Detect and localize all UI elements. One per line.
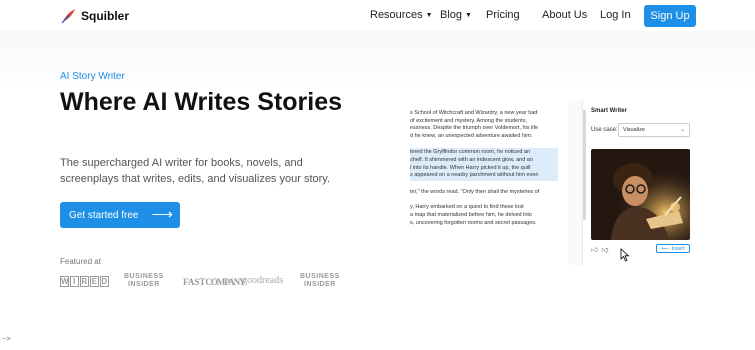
doc-paragraph-4: y, Harry embarked on a quest to find the… bbox=[410, 204, 558, 227]
doc-line: s appeared on a nearby parchment without… bbox=[410, 172, 539, 179]
nav-login[interactable]: Log In bbox=[600, 9, 631, 21]
nav-about[interactable]: About Us bbox=[542, 9, 587, 21]
doc-line: ter," the words read. "Only then shall t… bbox=[410, 188, 540, 195]
mouse-pointer-icon bbox=[620, 248, 630, 262]
quill-icon bbox=[61, 9, 75, 24]
doc-line: tered the Gryffindor common room, he not… bbox=[410, 149, 531, 156]
goodreads-logo: goodreads bbox=[242, 275, 284, 286]
business-insider-logo-2: BUSINESS INSIDER bbox=[300, 273, 340, 288]
wizard-writing-image bbox=[591, 149, 690, 240]
nav-blog[interactable]: Blog ▼ bbox=[440, 9, 472, 21]
usecase-label: Use case: bbox=[591, 127, 618, 133]
signup-button[interactable]: Sign Up bbox=[644, 5, 696, 27]
arrow-left-icon: ⟵ bbox=[661, 245, 669, 252]
doc-paragraph-3: ter," the words read. "Only then shall t… bbox=[410, 189, 558, 197]
featured-label: Featured at bbox=[60, 257, 101, 266]
nav-blog-label: Blog bbox=[440, 9, 463, 21]
get-started-button[interactable]: Get started free ⟶ bbox=[60, 202, 180, 228]
fastcompany-logo: FASTCOMPANY bbox=[183, 277, 246, 287]
doc-line: a map that materialized before him, he d… bbox=[410, 211, 532, 218]
caret-down-icon: ▼ bbox=[425, 11, 433, 19]
doc-paragraph-1: s School of Witchcraft and Wizardry, a n… bbox=[410, 110, 558, 140]
feedback-buttons: 👍︎ 👎︎ bbox=[591, 245, 608, 254]
doc-line: s, uncovering forgotten rooms and secret… bbox=[410, 219, 537, 226]
chevron-down-icon: ⌄ bbox=[679, 127, 685, 133]
nav-resources-label: Resources bbox=[370, 9, 423, 21]
generated-illustration bbox=[591, 149, 690, 240]
usecase-value: Visualize bbox=[623, 127, 645, 133]
stray-text: --> bbox=[2, 336, 11, 343]
nav-about-label: About Us bbox=[542, 9, 588, 21]
brand-name: Squibler bbox=[81, 9, 130, 23]
brand-logo[interactable]: Squibler bbox=[60, 8, 129, 24]
story-document[interactable]: s School of Witchcraft and Wizardry, a n… bbox=[410, 100, 558, 265]
hero-title: Where AI Writes Stories bbox=[60, 88, 343, 116]
insert-button[interactable]: ⟵ Insert bbox=[656, 244, 690, 253]
doc-line: s School of Witchcraft and Wizardry, a n… bbox=[410, 110, 538, 116]
insert-label: Insert bbox=[671, 245, 685, 252]
doc-line: d he knew, an unexpected adventure await… bbox=[410, 132, 533, 139]
smart-writer-panel: Smart Writer Use case: Visualize ⌄ 👍︎ 👎︎… bbox=[586, 100, 699, 265]
doc-line: l into its handle. When Harry picked it … bbox=[410, 164, 531, 171]
get-started-label: Get started free bbox=[69, 209, 139, 221]
caret-down-icon: ▼ bbox=[465, 11, 472, 19]
doc-line: essness. Despite the triumph over Voldem… bbox=[410, 125, 539, 132]
nav-resources[interactable]: Resources ▼ bbox=[370, 9, 433, 21]
wired-logo: WIRED bbox=[60, 276, 109, 287]
nav-pricing[interactable]: Pricing bbox=[486, 9, 520, 21]
hero-eyebrow: AI Story Writer bbox=[60, 71, 125, 82]
nav-pricing-label: Pricing bbox=[486, 9, 520, 21]
nav-login-label: Log In bbox=[600, 9, 631, 21]
doc-line: shelf. It shimmered with an iridescent g… bbox=[410, 156, 533, 163]
thumbs-up-icon[interactable]: 👍︎ bbox=[591, 245, 598, 254]
doc-line: of excitement and mystery. Among the stu… bbox=[410, 117, 527, 124]
panel-title: Smart Writer bbox=[591, 108, 627, 114]
doc-paragraph-2-highlighted: tered the Gryffindor common room, he not… bbox=[410, 148, 558, 181]
arrow-right-icon: ⟶ bbox=[151, 206, 173, 223]
panel-divider bbox=[568, 100, 583, 265]
doc-line: y, Harry embarked on a quest to find the… bbox=[410, 204, 524, 211]
usecase-select[interactable]: Visualize ⌄ bbox=[618, 123, 690, 137]
site-header: Squibler Resources ▼ Blog ▼ Pricing Abou… bbox=[0, 0, 755, 31]
thumbs-down-icon[interactable]: 👎︎ bbox=[601, 245, 608, 254]
hero-subtitle: The supercharged AI writer for books, no… bbox=[60, 157, 331, 185]
business-insider-logo: BUSINESS INSIDER bbox=[124, 273, 164, 288]
